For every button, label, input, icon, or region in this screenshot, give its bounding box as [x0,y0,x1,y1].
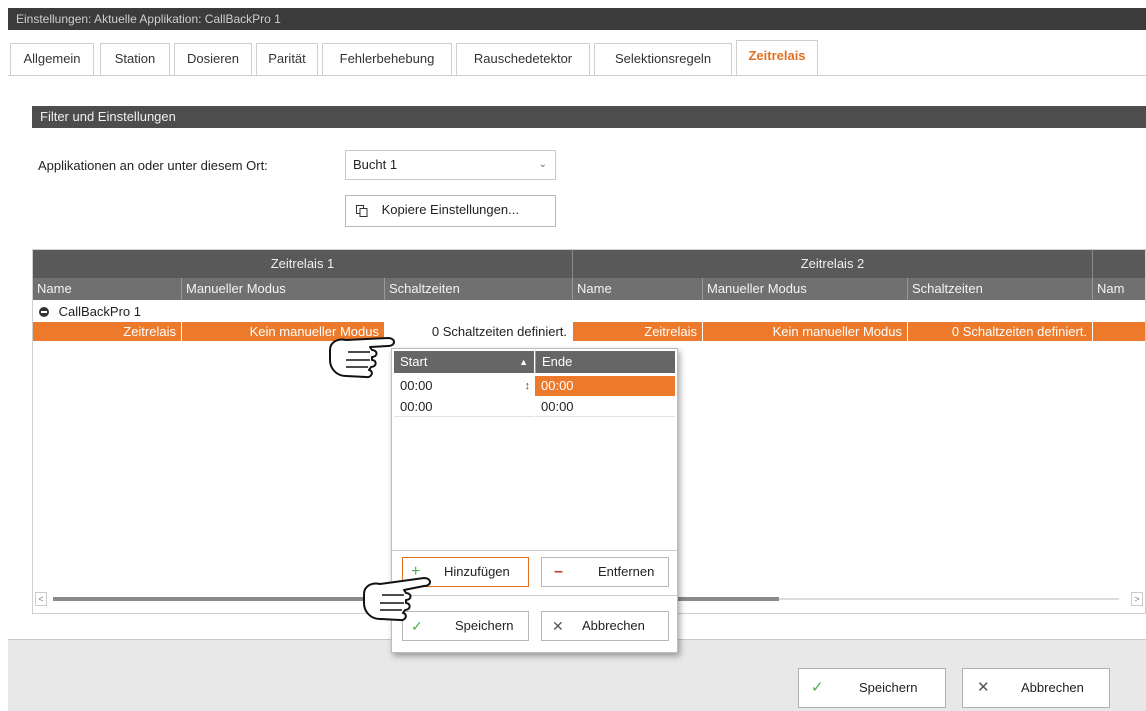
popup-col-end[interactable]: Ende [535,351,675,373]
popup-row-1-end[interactable]: 00:00 [535,376,675,396]
collapse-icon[interactable] [39,307,49,317]
tab-rauschedetektor[interactable]: Rauschedetektor [456,43,590,75]
minus-icon: – [554,563,563,580]
col-name-2[interactable]: Name [573,278,703,300]
remove-button-label: Entfernen [598,564,655,579]
panel-title: Filter und Einstellungen [32,106,1146,128]
tab-paritaet[interactable]: Parität [256,43,318,75]
popup-divider [392,550,677,551]
cell-switch-times-2[interactable]: 0 Schaltzeiten definiert. [908,322,1093,341]
col-name-1[interactable]: Name [33,278,182,300]
col-manual-mode-2[interactable]: Manueller Modus [703,278,908,300]
popup-row-1-start[interactable]: 00:00 ↕ [394,376,534,396]
copy-settings-button[interactable]: Kopiere Einstellungen... [345,195,556,227]
check-icon: ✓ [811,679,824,696]
footer-cancel-button[interactable]: ✕ Abbrechen [962,668,1110,708]
group-header-zeitrelais-2: Zeitrelais 2 [573,250,1093,278]
chevron-down-icon: ⌄ [538,159,547,170]
popup-row-2-start[interactable]: 00:00 [394,397,534,417]
close-icon: ✕ [552,618,564,634]
remove-button[interactable]: – Entfernen [541,557,669,587]
tab-selektionsregeln[interactable]: Selektionsregeln [594,43,732,75]
popup-cancel-label: Abbrechen [582,618,645,633]
group-row-label: CallBackPro 1 [58,304,141,319]
tab-dosieren[interactable]: Dosieren [174,43,252,75]
group-header-zeitrelais-1: Zeitrelais 1 [33,250,573,278]
tab-divider [8,75,1146,76]
tab-station[interactable]: Station [100,43,170,75]
sort-asc-icon: ▲ [519,357,528,367]
location-select[interactable]: Bucht 1 ⌄ [345,150,556,180]
popup-cancel-button[interactable]: ✕ Abbrechen [541,611,669,641]
window-title: Einstellungen: Aktuelle Applikation: Cal… [8,8,1146,30]
cell-next[interactable] [1093,322,1145,341]
pointing-hand-icon [329,337,395,379]
tab-allgemein[interactable]: Allgemein [10,43,94,75]
scroll-left-icon[interactable]: < [35,592,47,606]
cell-name-1[interactable]: Zeitrelais [33,322,182,341]
pointing-hand-icon-2 [363,577,431,622]
tab-bar: Allgemein Station Dosieren Parität Fehle… [8,30,1146,83]
spinner-icon[interactable]: ↕ [525,376,531,396]
popup-row-2-end[interactable]: 00:00 [535,397,675,417]
popup-col-start[interactable]: Start ▲ [394,351,534,373]
group-row[interactable]: CallBackPro 1 [39,304,141,320]
add-button-label: Hinzufügen [444,564,510,579]
col-switch-times-1[interactable]: Schaltzeiten [385,278,573,300]
copy-icon [356,204,368,217]
cell-name-2[interactable]: Zeitrelais [573,322,703,341]
col-manual-mode-1[interactable]: Manueller Modus [182,278,385,300]
close-icon: ✕ [977,679,990,696]
scroll-right-icon[interactable]: > [1131,592,1143,606]
footer-cancel-label: Abbrechen [1021,680,1084,695]
cell-manual-mode-2[interactable]: Kein manueller Modus [703,322,908,341]
cell-switch-times-1[interactable]: 0 Schaltzeiten definiert. [385,322,573,341]
footer-save-button[interactable]: ✓ Speichern [798,668,946,708]
copy-settings-label: Kopiere Einstellungen... [381,202,519,217]
col-switch-times-2[interactable]: Schaltzeiten [908,278,1093,300]
location-select-value: Bucht 1 [353,157,398,172]
footer-save-label: Speichern [859,680,918,695]
popup-save-label: Speichern [455,618,514,633]
scrollbar-track[interactable] [779,598,1119,600]
tab-zeitrelais[interactable]: Zeitrelais [736,40,818,76]
location-label: Applikationen an oder unter diesem Ort: [38,158,268,173]
tab-fehlerbehebung[interactable]: Fehlerbehebung [322,43,452,75]
group-header-next [1093,250,1145,278]
col-name-3[interactable]: Nam [1093,278,1145,300]
